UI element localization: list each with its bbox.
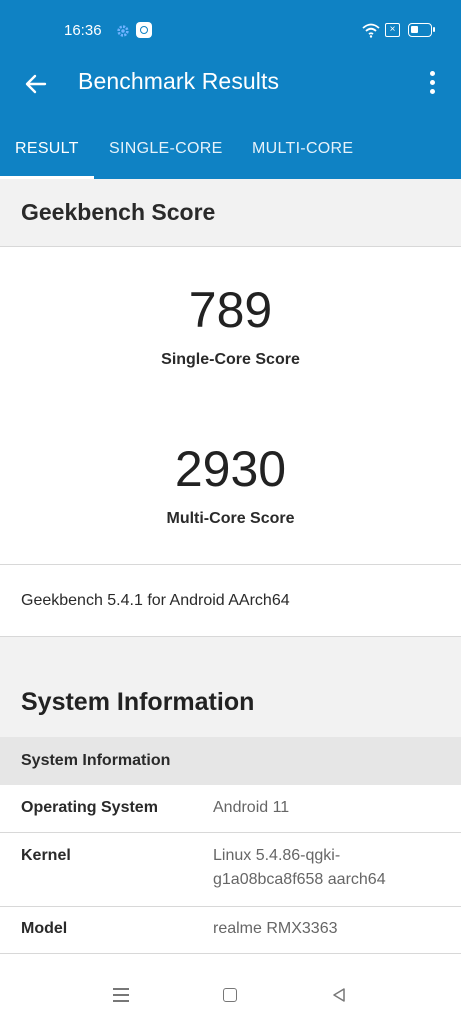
system-section-header <box>0 637 461 737</box>
info-key: Operating System <box>21 799 158 816</box>
more-vertical-icon[interactable] <box>424 70 440 96</box>
single-core-label: Single-Core Score <box>161 351 300 368</box>
info-key: Model <box>21 920 68 937</box>
tab-bar: RESULT SINGLE-CORE MULTI-CORE <box>0 118 461 179</box>
single-core-score: 789 <box>188 282 273 338</box>
section-title: System Information <box>21 688 255 716</box>
score-section-header: Geekbench Score <box>0 179 461 246</box>
home-icon[interactable] <box>223 988 237 1002</box>
info-value: realme RMX3363 <box>213 920 338 937</box>
system-subheader: System Information <box>0 737 461 785</box>
app-bar: Benchmark Results <box>0 56 461 118</box>
wifi-icon <box>362 23 380 38</box>
subheader-label: System Information <box>21 752 171 769</box>
divider <box>0 246 461 247</box>
page-title: Benchmark Results <box>78 68 280 94</box>
section-title: Geekbench Score <box>21 199 216 225</box>
multi-core-score: 2930 <box>174 441 287 497</box>
data-off-icon: × <box>385 23 400 37</box>
gear-icon <box>117 25 129 37</box>
back-triangle-icon[interactable] <box>332 988 346 1002</box>
status-bar: 16:36 × <box>0 0 461 56</box>
info-row: Operating System Android 11 <box>0 785 461 832</box>
tab-multi-core[interactable]: MULTI-CORE <box>252 140 353 158</box>
arrow-left-icon[interactable] <box>22 70 50 98</box>
benchmark-version: Geekbench 5.4.1 for Android AArch64 <box>21 592 290 609</box>
info-key: Kernel <box>21 847 71 864</box>
info-row: Kernel Linux 5.4.86-qgki-g1a08bca8f658 a… <box>0 833 461 906</box>
tab-single-core[interactable]: SINGLE-CORE <box>109 140 223 158</box>
multi-core-label: Multi-Core Score <box>166 510 295 527</box>
menu-icon[interactable] <box>113 988 129 1002</box>
info-value: Android 11 <box>213 799 290 816</box>
info-row: Model realme RMX3363 <box>0 907 461 954</box>
info-value: Linux 5.4.86-qgki-g1a08bca8f658 aarch64 <box>213 847 386 888</box>
divider <box>0 564 461 565</box>
status-time: 16:36 <box>64 22 102 39</box>
battery-icon <box>408 23 435 37</box>
divider <box>0 953 461 954</box>
navigation-bar <box>0 964 461 1024</box>
app-notification-icon <box>136 22 152 38</box>
tab-result[interactable]: RESULT <box>15 140 79 158</box>
